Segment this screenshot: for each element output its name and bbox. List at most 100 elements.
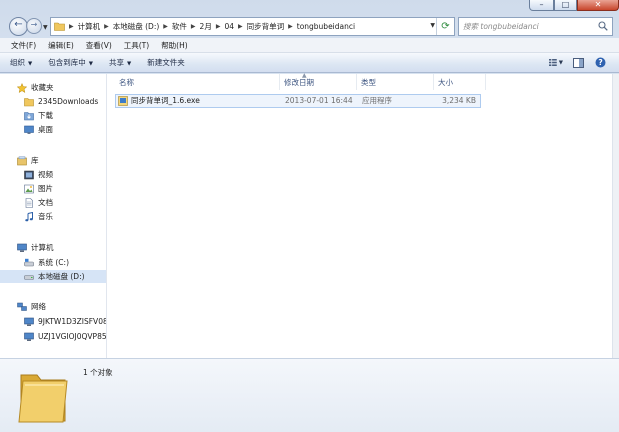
chevron-down-icon: ▼ bbox=[88, 61, 93, 67]
folder-icon bbox=[54, 22, 65, 31]
chevron-right-icon[interactable]: ▶ bbox=[162, 23, 169, 30]
sidebar-item-network-pc-2[interactable]: UZJ1VGIOJ0QVP85 bbox=[0, 330, 107, 343]
star-icon bbox=[17, 82, 27, 93]
new-folder-button[interactable]: 新建文件夹 bbox=[147, 57, 185, 68]
picture-icon bbox=[24, 184, 34, 193]
sidebar-item-drive-c[interactable]: 系统 (C:) bbox=[0, 256, 106, 269]
menu-view[interactable]: 查看(V) bbox=[81, 40, 117, 51]
sidebar-group-libraries[interactable]: 库 bbox=[0, 154, 106, 167]
menu-file[interactable]: 文件(F) bbox=[6, 40, 41, 51]
chevron-right-icon[interactable]: ▶ bbox=[287, 23, 294, 30]
details-pane: 1 个对象 bbox=[0, 358, 619, 432]
sidebar-item-label: 图片 bbox=[38, 184, 53, 193]
include-in-library-button[interactable]: 包含到库中 ▼ bbox=[48, 57, 93, 68]
change-view-button[interactable]: ▼ bbox=[549, 56, 563, 69]
sidebar-item-documents[interactable]: 文档 bbox=[0, 196, 106, 209]
sidebar-item-label: 系统 (C:) bbox=[38, 258, 69, 267]
column-header-name[interactable]: 名称 bbox=[115, 74, 280, 90]
sidebar-item-label: UZJ1VGIOJ0QVP85 bbox=[38, 332, 107, 341]
file-name: 同步背单词_1.6.exe bbox=[131, 96, 200, 105]
application-icon bbox=[118, 96, 128, 106]
help-glyph: ? bbox=[598, 58, 602, 67]
file-type: 应用程序 bbox=[362, 96, 392, 105]
help-button[interactable]: ? bbox=[593, 56, 607, 69]
folder-icon bbox=[24, 97, 34, 106]
sidebar-group-label: 库 bbox=[31, 156, 39, 165]
help-icon: ? bbox=[595, 57, 605, 68]
share-label: 共享 bbox=[108, 58, 124, 67]
search-box[interactable] bbox=[458, 17, 613, 36]
computer-icon bbox=[24, 332, 34, 341]
history-dropdown-icon[interactable]: ▼ bbox=[43, 24, 48, 31]
system-drive-icon bbox=[24, 258, 34, 266]
breadcrumb-item[interactable]: tongbubeidanci bbox=[294, 22, 358, 31]
sidebar-item-downloads[interactable]: 下载 bbox=[0, 109, 106, 122]
sidebar-group-label: 收藏夹 bbox=[31, 83, 54, 92]
file-list: ▲ 名称 修改日期 类型 大小 同步背单词_1.6.exe 2013-07-01… bbox=[107, 72, 612, 358]
column-header-size[interactable]: 大小 bbox=[434, 74, 486, 90]
breadcrumb-item[interactable]: 2月 bbox=[197, 21, 215, 32]
menu-bar: 文件(F) 编辑(E) 查看(V) 工具(T) 帮助(H) bbox=[0, 38, 619, 53]
sidebar-item-label: 2345Downloads bbox=[38, 97, 99, 106]
chevron-right-icon[interactable]: ▶ bbox=[103, 23, 110, 30]
address-bar[interactable]: ▶ 计算机 ▶ 本地磁盘 (D:) ▶ 软件 ▶ 2月 ▶ 04 ▶ 同步背单词… bbox=[50, 17, 455, 36]
sidebar-group-favorites[interactable]: 收藏夹 bbox=[0, 81, 106, 94]
sidebar-item-label: 本地磁盘 (D:) bbox=[38, 272, 85, 281]
refresh-button[interactable]: ⟳ bbox=[436, 18, 454, 35]
navigation-pane: 收藏夹 2345Downloads 下载 桌面 库 视频 图片 文档 音乐 计算… bbox=[0, 74, 107, 358]
breadcrumb-item[interactable]: 04 bbox=[221, 22, 237, 31]
minimize-button[interactable]: – bbox=[529, 0, 554, 11]
item-count: 1 个对象 bbox=[83, 368, 113, 377]
table-row[interactable]: 同步背单词_1.6.exe 2013-07-01 16:44 应用程序 3,23… bbox=[115, 94, 481, 108]
chevron-right-icon[interactable]: ▶ bbox=[215, 23, 222, 30]
preview-pane-button[interactable] bbox=[571, 56, 585, 69]
back-arrow-icon: ← bbox=[14, 19, 23, 30]
sidebar-item-videos[interactable]: 视频 bbox=[0, 168, 106, 181]
sidebar-item-music[interactable]: 音乐 bbox=[0, 210, 106, 223]
column-header-date[interactable]: 修改日期 bbox=[280, 74, 357, 90]
chevron-right-icon[interactable]: ▶ bbox=[190, 23, 197, 30]
sidebar-group-network[interactable]: 网络 bbox=[0, 300, 106, 313]
organize-label: 组织 bbox=[10, 58, 25, 67]
view-controls: ▼ ? bbox=[549, 56, 607, 69]
sidebar-item-label: 文档 bbox=[38, 198, 53, 207]
document-icon bbox=[25, 197, 33, 208]
menu-tools[interactable]: 工具(T) bbox=[119, 40, 154, 51]
chevron-right-icon[interactable]: ▶ bbox=[237, 23, 244, 30]
folder-icon bbox=[18, 374, 68, 423]
sidebar-group-label: 计算机 bbox=[31, 243, 54, 252]
explorer-window: – □ ✕ ← → ▼ ▶ 计算机 ▶ 本地磁盘 (D:) ▶ 软件 ▶ 2月 … bbox=[0, 0, 619, 432]
sidebar-item-2345downloads[interactable]: 2345Downloads bbox=[0, 95, 106, 108]
breadcrumb-item[interactable]: 同步背单词 bbox=[244, 21, 288, 32]
share-button[interactable]: 共享 ▼ bbox=[109, 57, 131, 68]
menu-help[interactable]: 帮助(H) bbox=[156, 40, 193, 51]
close-button[interactable]: ✕ bbox=[577, 0, 619, 11]
music-icon bbox=[25, 211, 33, 221]
sidebar-group-computer[interactable]: 计算机 bbox=[0, 241, 106, 254]
chevron-right-icon[interactable]: ▶ bbox=[68, 23, 75, 30]
file-date: 2013-07-01 16:44 bbox=[285, 96, 353, 105]
desktop-icon bbox=[24, 125, 34, 134]
breadcrumb: ▶ 计算机 ▶ 本地磁盘 (D:) ▶ 软件 ▶ 2月 ▶ 04 ▶ 同步背单词… bbox=[68, 18, 358, 35]
vertical-scrollbar[interactable] bbox=[612, 74, 619, 358]
column-header-type[interactable]: 类型 bbox=[357, 74, 434, 90]
view-list-icon bbox=[549, 59, 557, 66]
menu-edit[interactable]: 编辑(E) bbox=[43, 40, 79, 51]
video-icon bbox=[24, 170, 34, 179]
breadcrumb-item[interactable]: 本地磁盘 (D:) bbox=[110, 21, 163, 32]
sidebar-item-desktop[interactable]: 桌面 bbox=[0, 123, 106, 136]
sidebar-item-drive-d[interactable]: 本地磁盘 (D:) bbox=[0, 270, 106, 283]
address-dropdown-icon[interactable]: ▼ bbox=[430, 22, 435, 29]
sidebar-item-network-pc-1[interactable]: 9JKTW1D3ZISFV08 bbox=[0, 315, 106, 328]
forward-button[interactable]: → bbox=[26, 18, 42, 34]
sidebar-item-pictures[interactable]: 图片 bbox=[0, 182, 106, 195]
organize-button[interactable]: 组织 ▼ bbox=[10, 57, 32, 68]
include-in-library-label: 包含到库中 bbox=[48, 58, 86, 67]
preview-pane-icon bbox=[572, 57, 584, 68]
search-icon[interactable] bbox=[598, 21, 608, 31]
maximize-button[interactable]: □ bbox=[554, 0, 577, 11]
breadcrumb-item[interactable]: 软件 bbox=[169, 21, 190, 32]
breadcrumb-item[interactable]: 计算机 bbox=[75, 21, 104, 32]
search-input[interactable] bbox=[463, 20, 588, 32]
computer-icon bbox=[24, 317, 34, 326]
